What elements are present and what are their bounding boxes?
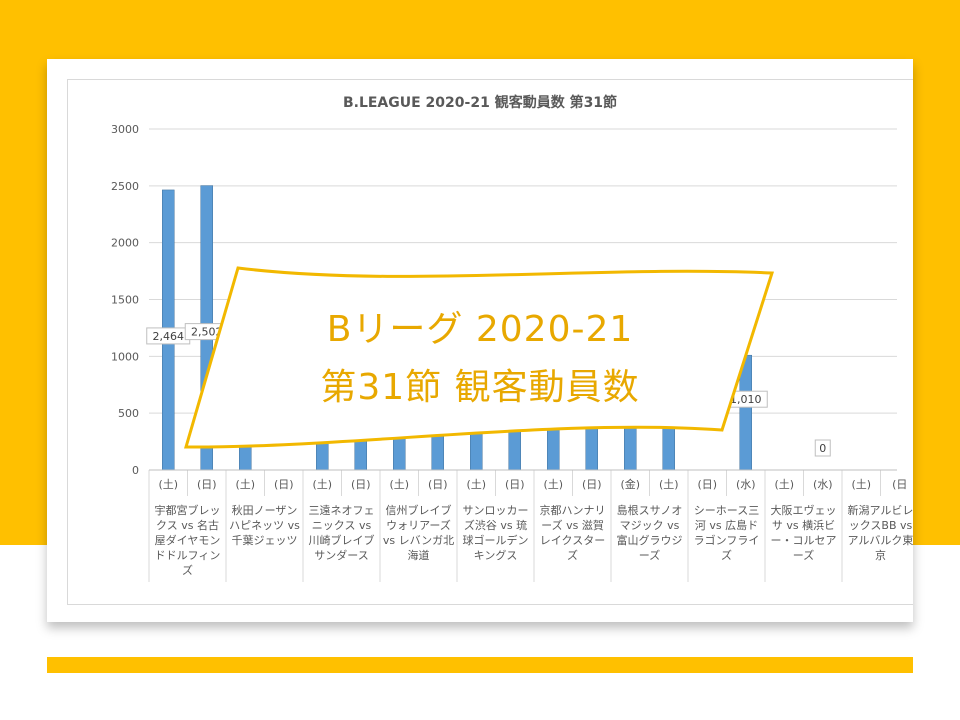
chart-card: B.LEAGUE 2020-21 観客動員数 第31節 0 500 1000 1500… (47, 59, 913, 622)
x-day-label: (日) (274, 478, 294, 491)
bar (585, 356, 598, 471)
bar (547, 356, 560, 471)
x-day-label: (日) (351, 478, 371, 491)
x-day-label: (土) (235, 478, 255, 491)
bar (393, 356, 406, 471)
x-day-label: (日 (892, 478, 907, 491)
bar (508, 356, 521, 471)
x-group-label: 信州ブレイブウォリアーズ vs レバンガ北海道 (382, 504, 455, 562)
x-day-label: (土) (466, 478, 486, 491)
x-group-label: 京都ハンナリーズ vs 滋賀レイクスターズ (539, 504, 606, 562)
background-band-bottom (47, 657, 913, 673)
y-tick-label: 1500 (111, 294, 139, 307)
bar (239, 287, 252, 471)
x-group-label: 秋田ノーザンハピネッツ vs 千葉ジェッツ (229, 504, 300, 547)
x-day-label: (土) (158, 478, 178, 491)
x-day-label: (金) (620, 477, 640, 491)
x-day-label: (土) (774, 478, 794, 491)
bar (624, 356, 637, 471)
data-label: 2,502 (191, 326, 223, 339)
x-group-label: 宇都宮ブレックス vs 名古屋ダイヤモンドドルフィンズ (154, 504, 221, 577)
y-tick-label: 3000 (111, 123, 139, 136)
x-group-label: 三遠ネオフェニックス vs 川崎ブレイブサンダース (308, 504, 375, 562)
x-group-label: サンロッカーズ渋谷 vs 琉球ゴールデンキングス (462, 504, 529, 562)
x-day-label: (日) (582, 478, 602, 491)
x-group-label: 島根スサノオマジック vs 富山グラウジーズ (616, 504, 683, 562)
data-label: 0 (819, 442, 826, 455)
bar (431, 356, 444, 471)
bar (739, 354, 752, 471)
x-group-label: 新潟アルビレックスBB vs アルバルク東京 (847, 504, 913, 562)
x-day-label: (土) (312, 478, 332, 491)
y-tick-label: 2500 (111, 180, 139, 193)
bar (662, 356, 675, 471)
x-day-label: (日) (428, 478, 448, 491)
x-day-label: (日) (505, 478, 525, 491)
x-day-label: (水) (736, 478, 756, 491)
data-label: 2,464 (153, 330, 185, 343)
x-day-label: (土) (389, 478, 409, 491)
y-tick-label: 2000 (111, 237, 139, 250)
x-day-label: (土) (659, 478, 679, 491)
bar (354, 356, 367, 471)
x-group-label: 大阪エヴェッサ vs 横浜ビー・コルセアーズ (770, 504, 837, 562)
x-day-label: (水) (813, 478, 833, 491)
data-label: 1,010 (730, 393, 762, 406)
y-tick-label: 0 (132, 464, 139, 477)
x-day-label: (土) (543, 478, 563, 491)
y-tick-label: 1000 (111, 350, 139, 363)
x-group-label: シーホース三河 vs 広島ドラゴンフライズ (693, 504, 760, 562)
y-tick-label: 500 (118, 407, 139, 420)
x-day-label: (日) (197, 478, 217, 491)
x-day-label: (日) (697, 478, 717, 491)
x-day-label: (土) (851, 478, 871, 491)
bar (316, 356, 329, 471)
bar (470, 356, 483, 471)
